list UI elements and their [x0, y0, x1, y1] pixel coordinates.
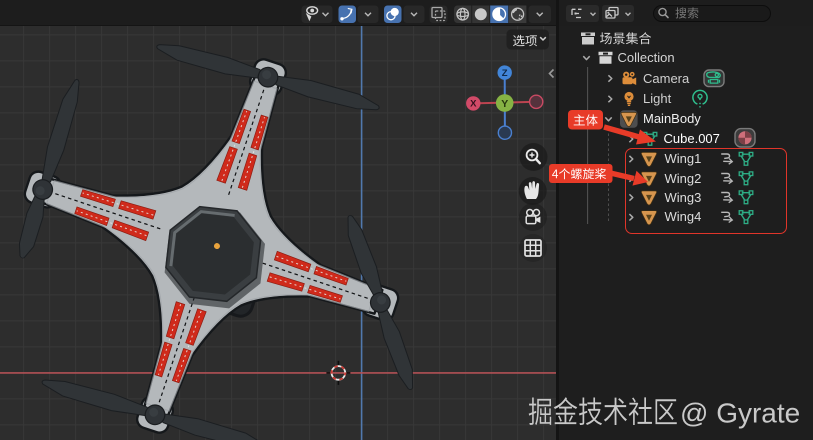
svg-text:@ Gyrate: @ Gyrate — [680, 398, 800, 429]
svg-text:Y: Y — [501, 98, 508, 110]
svg-text:X: X — [470, 99, 477, 110]
svg-text:Z: Z — [502, 68, 508, 79]
